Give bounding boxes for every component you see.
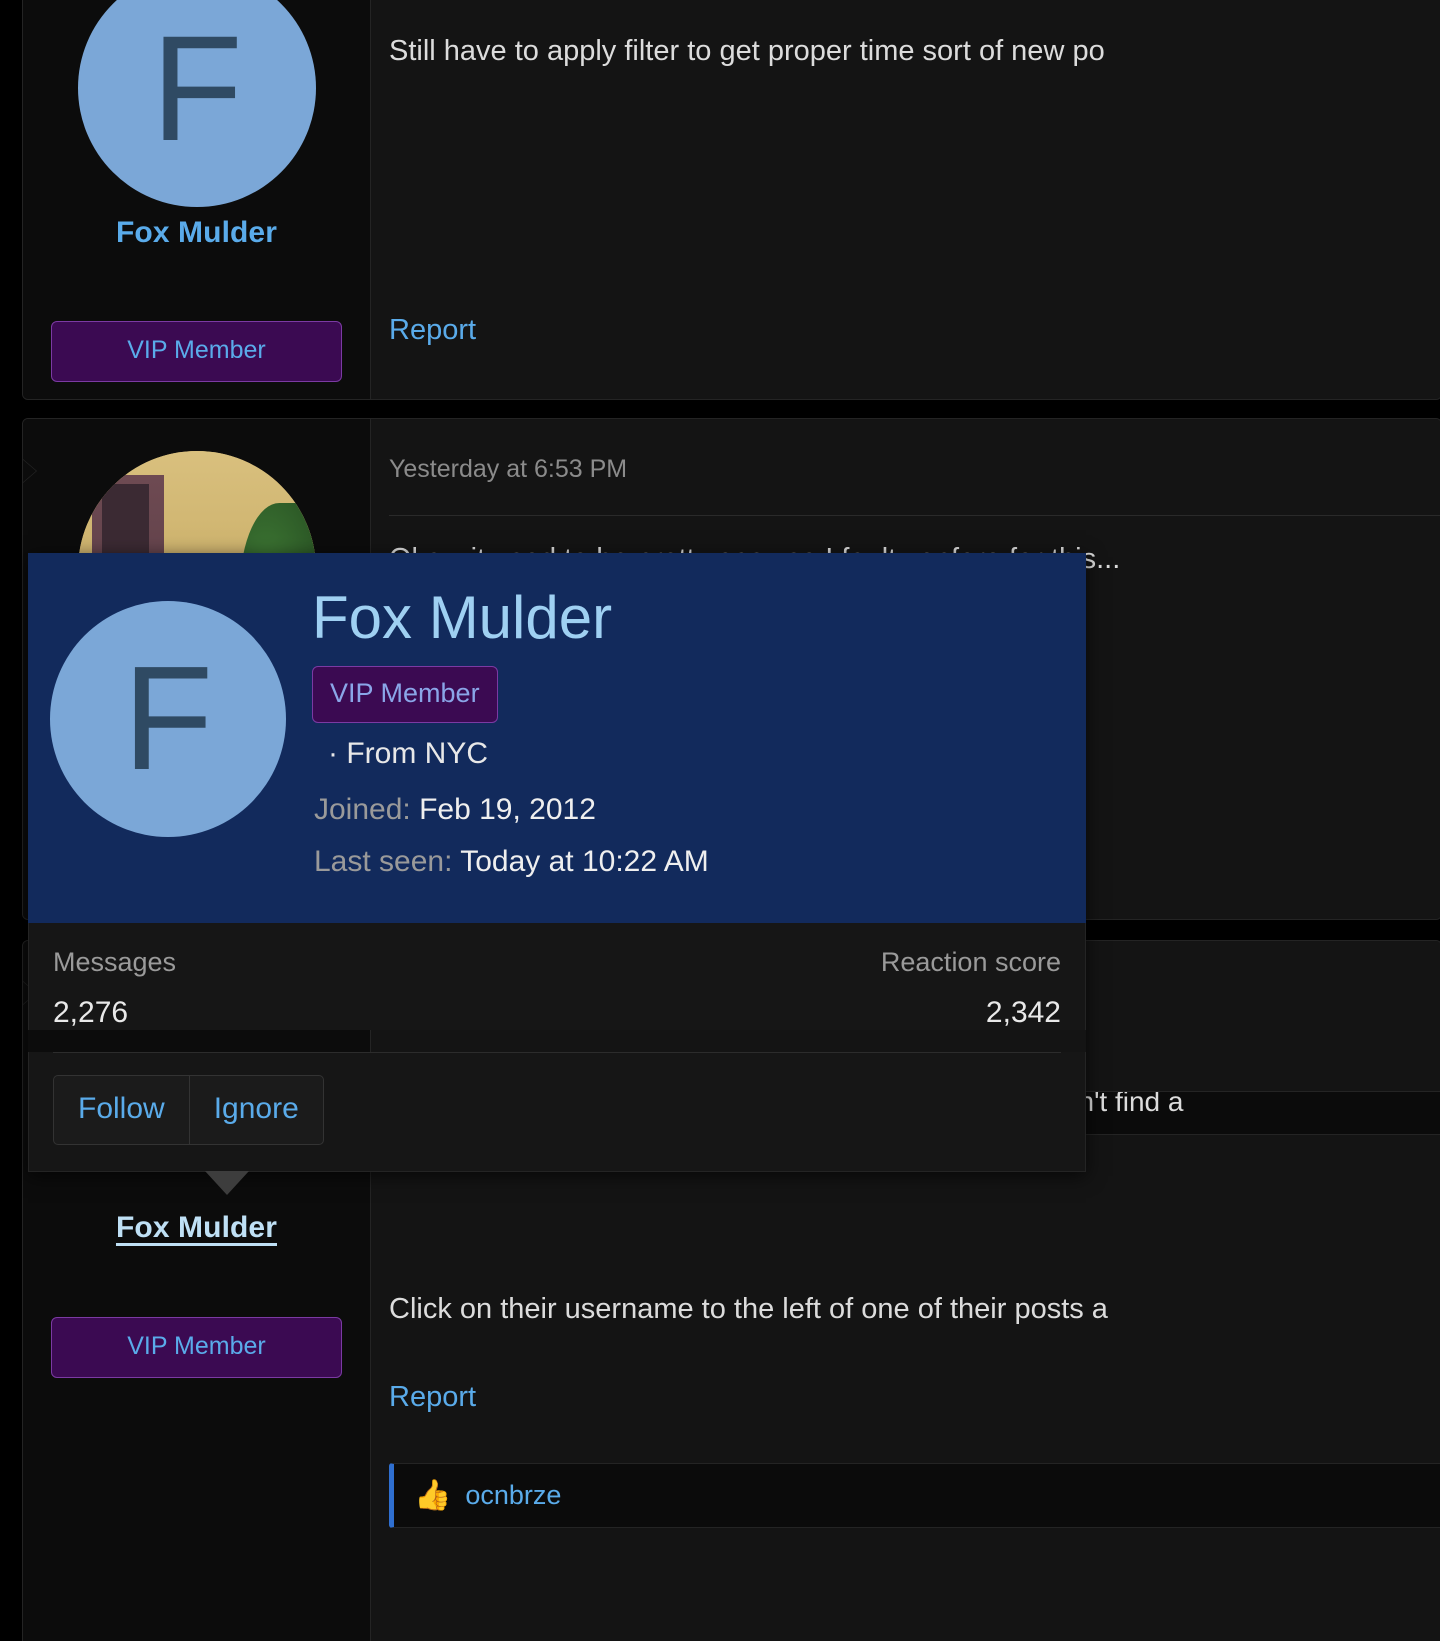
- post-body-column: Still have to apply filter to get proper…: [371, 0, 1440, 399]
- report-link[interactable]: Report: [389, 1381, 476, 1414]
- post-author-name[interactable]: Fox Mulder: [23, 216, 370, 250]
- stat-reaction-score: Reaction score 2,342: [881, 947, 1061, 1030]
- user-title-badge: VIP Member: [51, 1317, 342, 1378]
- action-button-group: Follow Ignore: [53, 1075, 324, 1145]
- post-item: F Fox Mulder VIP Member Still have to ap…: [22, 0, 1440, 400]
- joined-label: Joined:: [314, 793, 411, 826]
- stat-value: 2,276: [53, 996, 129, 1029]
- user-title-badge: VIP Member: [51, 321, 342, 382]
- reaction-user-link[interactable]: ocnbrze: [465, 1480, 561, 1511]
- stat-label: Messages: [53, 947, 177, 977]
- report-link[interactable]: Report: [389, 314, 476, 347]
- post-reactions-bar[interactable]: 👍 ocnbrze: [389, 1463, 1440, 1528]
- hover-card-header: F Fox Mulder VIP Member · From NYC Joine…: [28, 553, 1086, 923]
- hover-card-divider: [53, 1052, 1061, 1053]
- ignore-button[interactable]: Ignore: [188, 1075, 324, 1145]
- hover-card-last-seen: Last seen: Today at 10:22 AM: [312, 845, 1058, 879]
- post-message-text: Still have to apply filter to get proper…: [389, 35, 1105, 67]
- hover-card-info: Fox Mulder VIP Member · From NYC Joined:…: [312, 579, 1058, 897]
- hover-card-username[interactable]: Fox Mulder: [312, 583, 1058, 652]
- hover-card-stats-divider-wrap: [28, 1052, 1086, 1053]
- page-root: F Fox Mulder VIP Member Still have to ap…: [0, 0, 1440, 1641]
- stat-label: Reaction score: [880, 947, 1061, 977]
- post-header-divider: [389, 515, 1440, 516]
- post-timestamp[interactable]: Yesterday at 6:53 PM: [389, 455, 627, 484]
- post-message-text: Click on their username to the left of o…: [389, 1293, 1108, 1325]
- avatar[interactable]: F: [78, 0, 316, 207]
- last-seen-label: Last seen:: [314, 845, 453, 878]
- hover-card-pointer-arrow: [205, 1171, 249, 1195]
- hover-card-location: · From NYC: [328, 737, 488, 770]
- joined-value: Feb 19, 2012: [419, 793, 596, 826]
- follow-button[interactable]: Follow: [53, 1075, 189, 1145]
- thumbs-up-emoji: 👍: [414, 1478, 452, 1512]
- post-notch-arrow: [23, 459, 36, 483]
- post-author-name[interactable]: Fox Mulder: [23, 1211, 370, 1245]
- stat-value: 2,342: [985, 996, 1061, 1029]
- user-title-badge: VIP Member: [312, 666, 498, 723]
- post-author-sidebar: F Fox Mulder VIP Member: [23, 0, 371, 399]
- last-seen-value: Today at 10:22 AM: [460, 845, 709, 878]
- user-hover-card: F Fox Mulder VIP Member · From NYC Joine…: [28, 553, 1086, 1195]
- stat-messages: Messages 2,276: [53, 947, 176, 1030]
- hover-card-stats: Messages 2,276 Reaction score 2,342: [28, 923, 1086, 1030]
- avatar[interactable]: F: [50, 601, 286, 837]
- hover-card-actions: Follow Ignore: [28, 1053, 1086, 1195]
- hover-card-joined: Joined: Feb 19, 2012: [312, 793, 1058, 827]
